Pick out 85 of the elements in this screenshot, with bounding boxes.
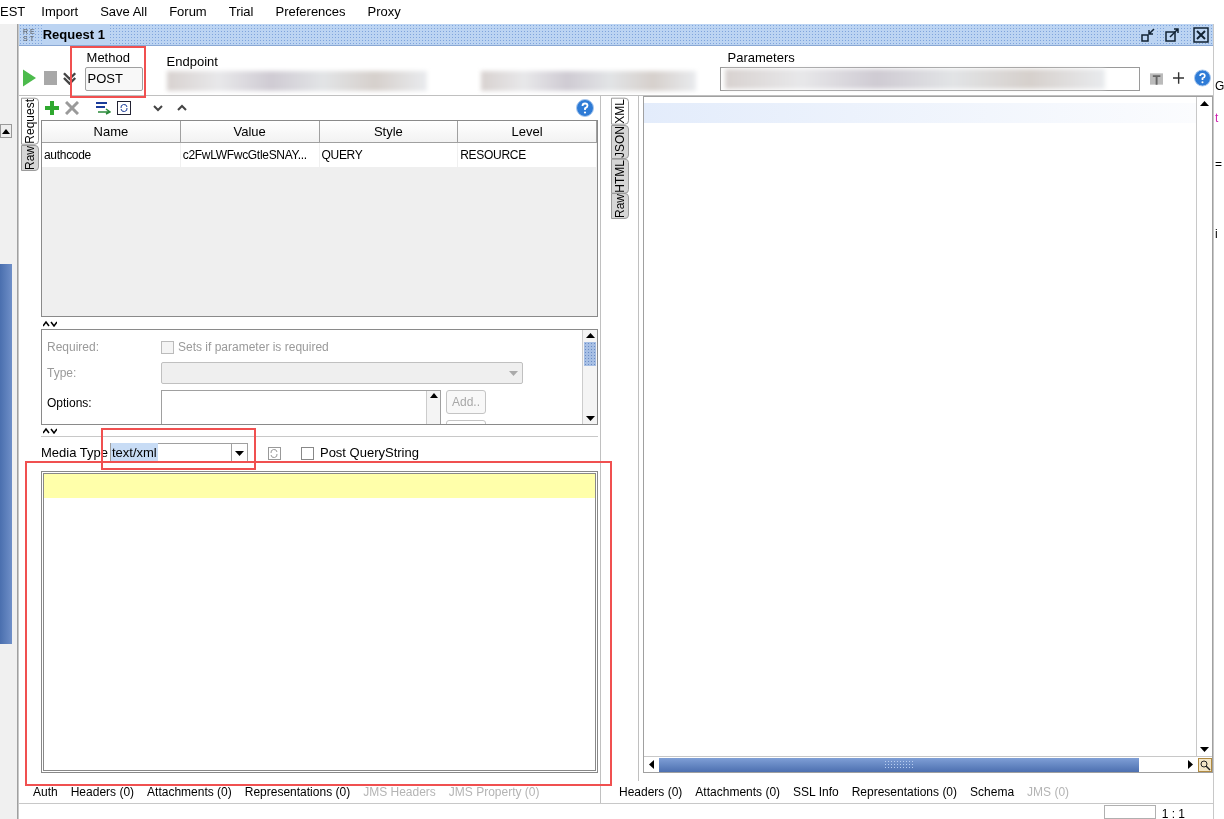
delete-icon[interactable] bbox=[65, 101, 79, 115]
arrow-right-icon bbox=[1188, 760, 1193, 769]
panel-tab[interactable]: Headers (0) bbox=[619, 783, 683, 801]
column-header[interactable]: Level bbox=[458, 121, 597, 143]
maximize-icon[interactable] bbox=[1165, 27, 1179, 42]
menu-item[interactable]: Trial bbox=[228, 2, 254, 22]
splitter-arrows-icon[interactable] bbox=[43, 319, 57, 327]
arrow-down-icon bbox=[1200, 747, 1209, 752]
parameters-field[interactable] bbox=[719, 67, 1140, 91]
menu-item[interactable]: Import bbox=[41, 2, 79, 22]
arrow-up-icon bbox=[429, 393, 438, 398]
cursor-position: 1 : 1 bbox=[1161, 805, 1185, 819]
scrollbar-thumb[interactable] bbox=[659, 757, 1139, 772]
media-type-dropdown[interactable]: text/xml bbox=[109, 443, 248, 463]
close-icon[interactable] bbox=[1193, 26, 1209, 43]
menu-item[interactable]: Forum bbox=[169, 2, 207, 22]
column-header[interactable]: Style bbox=[319, 121, 459, 143]
clipped-text: G bbox=[1215, 78, 1224, 94]
table-cell: RESOURCE bbox=[458, 143, 597, 167]
add-icon[interactable] bbox=[45, 101, 59, 115]
vertical-tab[interactable]: Raw bbox=[611, 193, 629, 220]
vertical-tab[interactable]: Raw bbox=[21, 144, 39, 171]
method-label: Method bbox=[85, 48, 131, 67]
refresh-icon[interactable] bbox=[117, 101, 131, 115]
url-icon[interactable] bbox=[95, 101, 111, 115]
menu-item[interactable]: Preferences bbox=[275, 2, 346, 22]
clipped-text: = bbox=[1215, 156, 1223, 172]
panel-tab[interactable]: Auth bbox=[33, 783, 58, 801]
panel-tab[interactable]: Representations (0) bbox=[851, 783, 958, 801]
menu-item[interactable]: Save All bbox=[100, 2, 148, 22]
menu-item[interactable]: EST bbox=[0, 2, 26, 22]
menu-item[interactable]: Proxy bbox=[367, 2, 401, 22]
required-description: Sets if parameter is required bbox=[178, 339, 329, 356]
scroll-up-button[interactable] bbox=[0, 124, 12, 138]
panel-tab[interactable]: Attachments (0) bbox=[147, 783, 232, 801]
scrollbar-thumb[interactable] bbox=[584, 342, 596, 366]
arrow-up-icon bbox=[585, 333, 595, 338]
options-label: Options: bbox=[47, 395, 93, 412]
column-header[interactable]: Value bbox=[180, 121, 320, 143]
help-icon[interactable] bbox=[1194, 69, 1211, 87]
table-cell: authcode bbox=[42, 143, 181, 167]
zoom-icon[interactable] bbox=[1198, 757, 1212, 772]
scrollbar[interactable] bbox=[426, 391, 440, 424]
scrollbar[interactable] bbox=[582, 330, 597, 424]
table-cell: QUERY bbox=[319, 143, 459, 167]
panel-tab[interactable]: Headers (0) bbox=[70, 783, 135, 801]
clipped-text: t bbox=[1215, 110, 1220, 126]
type-label: Type: bbox=[47, 365, 78, 382]
window-title: Request 1 bbox=[42, 24, 109, 45]
arrow-up-icon bbox=[2, 128, 10, 134]
required-checkbox[interactable] bbox=[161, 340, 174, 354]
format-icon[interactable] bbox=[267, 446, 281, 460]
post-querystring-checkbox[interactable] bbox=[300, 446, 314, 460]
caret-icon bbox=[234, 450, 244, 456]
scrollbar-thumb[interactable] bbox=[0, 264, 12, 644]
play-icon[interactable] bbox=[23, 69, 37, 87]
vertical-tab[interactable]: HTML bbox=[611, 158, 629, 194]
arrow-left-icon bbox=[649, 760, 654, 769]
vertical-tab[interactable]: JSON bbox=[611, 124, 629, 159]
column-header[interactable]: Name bbox=[42, 121, 181, 143]
minimize-icon[interactable] bbox=[1141, 27, 1155, 42]
clipped-text: i bbox=[1215, 226, 1219, 242]
post-querystring-label: Post QueryString bbox=[319, 444, 419, 463]
table-cell: c2FwLWFwcGtleSNAY... bbox=[180, 143, 320, 167]
panel-tab[interactable]: Schema bbox=[970, 783, 1015, 801]
arrow-down-icon bbox=[585, 416, 595, 421]
required-label: Required: bbox=[47, 339, 101, 356]
chevron-up-icon[interactable] bbox=[177, 104, 187, 112]
splitter-arrows-icon[interactable] bbox=[43, 427, 57, 434]
endpoint-label: Endpoint bbox=[166, 52, 219, 71]
vertical-tab[interactable]: XML bbox=[611, 98, 629, 125]
panel-tab[interactable]: SSL Info bbox=[793, 783, 839, 801]
status-field bbox=[1103, 805, 1156, 819]
method-field[interactable]: POST bbox=[84, 67, 143, 91]
help-icon[interactable] bbox=[576, 99, 594, 117]
vertical-tab[interactable]: Request bbox=[21, 98, 39, 145]
plus-icon[interactable] bbox=[1172, 72, 1185, 84]
panel-tab[interactable]: Representations (0) bbox=[244, 783, 351, 801]
chevron-down-icon[interactable] bbox=[153, 104, 163, 112]
arrow-up-icon bbox=[1200, 101, 1209, 106]
caret-icon bbox=[509, 370, 518, 376]
parameters-label: Parameters bbox=[726, 48, 796, 67]
scrollbar[interactable] bbox=[1196, 97, 1212, 756]
chevron-icon[interactable] bbox=[63, 71, 77, 85]
panel-tab[interactable]: Attachments (0) bbox=[695, 783, 781, 801]
